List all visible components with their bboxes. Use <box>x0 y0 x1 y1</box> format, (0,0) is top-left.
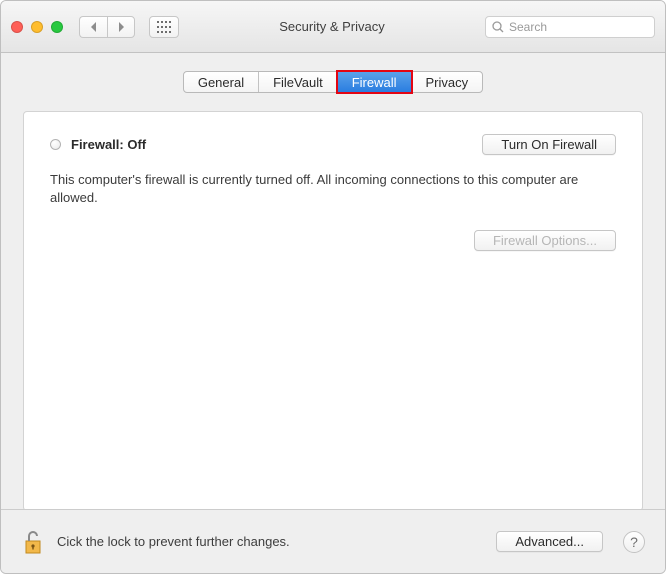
firewall-status-label: Firewall: Off <box>71 137 146 152</box>
options-row: Firewall Options... <box>50 230 616 251</box>
firewall-panel: Firewall: Off Turn On Firewall This comp… <box>23 111 643 511</box>
status-indicator-icon <box>50 139 61 150</box>
tab-privacy[interactable]: Privacy <box>412 72 483 92</box>
advanced-button[interactable]: Advanced... <box>496 531 603 552</box>
show-all-button[interactable] <box>149 16 179 38</box>
firewall-description: This computer's firewall is currently tu… <box>50 171 610 206</box>
tab-firewall[interactable]: Firewall <box>338 72 412 92</box>
lock-button[interactable] <box>21 527 45 557</box>
search-field[interactable] <box>485 16 655 38</box>
lock-text: Cick the lock to prevent further changes… <box>57 534 484 549</box>
grid-icon <box>157 21 171 33</box>
back-button[interactable] <box>79 16 107 38</box>
tab-general[interactable]: General <box>184 72 259 92</box>
search-icon <box>492 21 504 33</box>
page-title: Security & Privacy <box>187 19 477 34</box>
minimize-icon[interactable] <box>31 21 43 33</box>
titlebar: Security & Privacy <box>1 1 665 53</box>
unlocked-lock-icon <box>23 529 43 555</box>
nav-group <box>79 16 135 38</box>
window-controls <box>11 21 63 33</box>
turn-on-firewall-button[interactable]: Turn On Firewall <box>482 134 616 155</box>
zoom-icon[interactable] <box>51 21 63 33</box>
content-area: General FileVault Firewall Privacy Firew… <box>1 53 665 573</box>
bottom-bar: Cick the lock to prevent further changes… <box>1 509 665 573</box>
status-row: Firewall: Off Turn On Firewall <box>50 134 616 155</box>
chevron-left-icon <box>90 22 98 32</box>
close-icon[interactable] <box>11 21 23 33</box>
help-button[interactable]: ? <box>623 531 645 553</box>
search-input[interactable] <box>509 20 648 34</box>
chevron-right-icon <box>117 22 125 32</box>
status-left: Firewall: Off <box>50 137 146 152</box>
tab-filevault[interactable]: FileVault <box>259 72 338 92</box>
tab-bar: General FileVault Firewall Privacy <box>1 71 665 93</box>
segmented-control: General FileVault Firewall Privacy <box>183 71 483 93</box>
forward-button[interactable] <box>107 16 135 38</box>
window: Security & Privacy General FileVault Fir… <box>0 0 666 574</box>
firewall-options-button: Firewall Options... <box>474 230 616 251</box>
